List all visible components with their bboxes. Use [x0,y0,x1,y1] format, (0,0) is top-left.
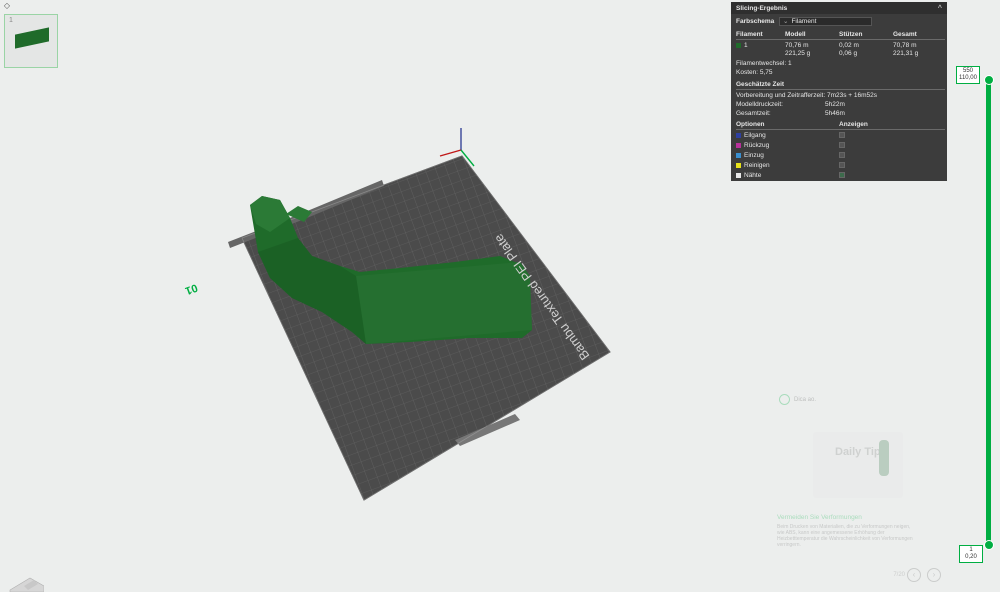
option-checkbox[interactable] [839,162,845,168]
person-figure-icon [879,440,889,476]
panel-header[interactable]: Slicing-Ergebnis ^ [731,2,947,14]
option-checkbox[interactable] [839,152,845,158]
option-row-wipe: Reinigen [736,162,942,169]
view-cube-icon[interactable] [4,560,44,592]
top-layer-number: 550 [962,68,973,74]
filament-changes-label: Filamentwechsel: [736,60,787,67]
option-checkbox-checked[interactable] [839,172,845,178]
option-label: Einzug [744,152,764,159]
bed-corner-number: 01 [183,281,199,296]
col-total: Gesamt [893,31,917,38]
tips-body: Beim Drucken von Materialien, die zu Ver… [777,524,913,548]
col-filament: Filament [736,31,763,38]
filament-changes-value: 1 [788,60,792,67]
top-layer-label: 550 110,00 [956,66,980,84]
panel-title: Slicing-Ergebnis [736,4,788,12]
slicing-result-panel: Slicing-Ergebnis ^ Farbschema ⌄ Filament … [731,2,947,181]
prep-time-value: 7m23s + 16m52s [826,92,877,99]
cost-value: 5,75 [759,69,773,76]
option-row-travel: Eilgang [736,132,942,139]
model-time-label: Modelldruckzeit: [736,101,783,108]
bottom-layer-height: 0,20 [965,554,977,560]
total-weight: 221,31 g [893,50,919,57]
bottom-layer-handle[interactable] [984,540,994,550]
model-time-value: 5h22m [825,101,845,108]
seams-color-swatch [736,172,741,178]
tips-image: Daily Tips [813,432,903,498]
total-time-label: Gesamtzeit: [736,110,771,117]
plate-thumbnail[interactable]: 1 [4,14,58,68]
options-label: Optionen [736,121,765,128]
filament-color-swatch [736,42,741,48]
option-row-seams: Nähte [736,172,942,179]
top-layer-height: 110,00 [959,75,977,81]
support-weight: 0,06 g [839,50,858,57]
next-tip-icon[interactable]: › [927,568,941,582]
plate-number: 1 [9,17,13,24]
tips-heading: Vermeiden Sie Verformungen [777,514,862,521]
option-row-unretract: Einzug [736,152,942,159]
support-length: 0,02 m [839,42,859,49]
prep-time-label: Vorbereitung und Zeitrafferzeit: [736,92,826,99]
travel-color-swatch [736,132,741,138]
option-checkbox[interactable] [839,132,845,138]
time-section-title: Geschätzte Zeit [736,81,785,88]
color-scheme-dropdown[interactable]: ⌄ Filament [779,17,872,26]
color-scheme-value: Filament [791,18,817,25]
layer-slider-track[interactable] [986,82,991,544]
collapse-up-icon[interactable]: ^ [938,5,942,12]
plate-model-preview [15,27,49,49]
show-label: Anzeigen [839,121,868,128]
option-label: Nähte [744,172,762,179]
model-length: 70,76 m [785,42,809,49]
top-layer-handle[interactable] [984,75,994,85]
option-label: Rückzug [744,142,770,149]
daily-tips-dialog[interactable]: Dica ao. Daily Tips Vermeiden Sie Verfor… [775,384,947,586]
wipe-color-swatch [736,162,741,168]
tip-icon [779,394,790,405]
bottom-layer-label: 1 0,20 [959,545,983,563]
option-label: Eilgang [744,132,766,139]
option-row-retract: Rückzug [736,142,942,149]
model-weight: 221,25 g [785,50,811,57]
option-label: Reinigen [744,162,770,169]
cost-label: Kosten: [736,69,759,76]
tips-title: Dica ao. [794,396,817,403]
col-model: Modell [785,31,806,38]
chevron-down-icon: ⌄ [783,18,789,25]
previous-tip-icon[interactable]: ‹ [907,568,921,582]
collapse-sidebar-icon[interactable]: ◇ [2,2,12,10]
option-checkbox[interactable] [839,142,845,148]
total-length: 70,78 m [893,42,917,49]
filament-id: 1 [744,42,748,49]
bottom-layer-number: 1 [969,547,973,553]
col-supports: Stützen [839,31,863,38]
unretract-color-swatch [736,152,741,158]
retract-color-swatch [736,142,741,148]
tips-page: 7/20 [893,572,905,578]
total-time-value: 5h46m [825,110,845,117]
color-scheme-label: Farbschema [736,18,775,25]
